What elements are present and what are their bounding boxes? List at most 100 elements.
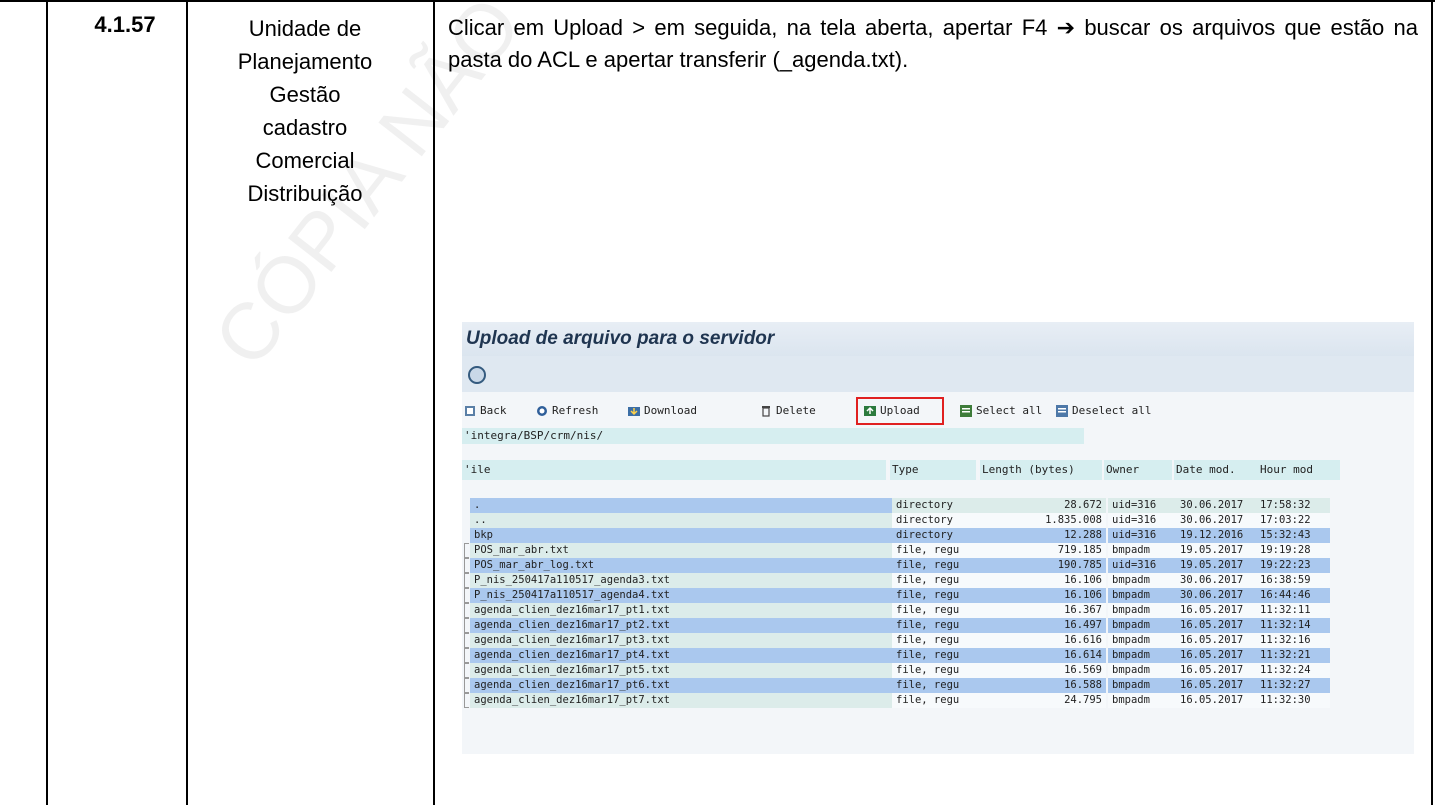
file-date-cell: 16.05.2017 [1178,663,1260,678]
table-row[interactable]: agenda_clien_dez16mar17_pt1.txt file, reg… [462,603,1414,618]
unit-line: Unidade de [248,16,362,41]
file-hour-cell: 11:32:14 [1258,618,1330,633]
select-all-button[interactable]: Select all [960,404,1042,417]
file-hour-cell: 16:44:46 [1258,588,1330,603]
file-hour-cell: 11:32:21 [1258,648,1330,663]
select-all-icon [960,404,972,417]
file-owner-cell: bmpadm [1108,648,1178,663]
file-owner-cell: bmpadm [1108,588,1178,603]
file-date-cell: 30.06.2017 [1178,588,1260,603]
unit-line: Planejamento [237,49,373,74]
download-icon [628,406,640,416]
back-button[interactable]: Back [464,404,507,417]
sap-application-toolbar [462,356,1414,392]
deselect-all-label: Deselect all [1072,404,1152,417]
file-owner-cell: uid=316 [1108,528,1178,543]
file-selector-icon[interactable] [464,693,469,708]
delete-label: Delete [776,404,816,417]
file-selector-icon[interactable] [464,663,469,678]
table-row[interactable]: agenda_clien_dez16mar17_pt5.txt file, reg… [462,663,1414,678]
file-name-cell: agenda_clien_dez16mar17_pt4.txt [470,648,892,663]
file-hour-cell: 17:03:22 [1258,513,1330,528]
unit-line: Gestão [269,82,341,107]
file-hour-cell: 19:22:23 [1258,558,1330,573]
file-selector-icon[interactable] [464,558,469,573]
column-header-owner[interactable]: Owner [1104,460,1172,480]
file-list-header: 'ile Type Length (bytes) Owner Date mod.… [462,460,1414,480]
file-selector-icon[interactable] [464,618,469,633]
table-row[interactable]: agenda_clien_dez16mar17_pt3.txt file, reg… [462,633,1414,648]
file-date-cell: 16.05.2017 [1178,603,1260,618]
file-length-cell: 16.497 [984,618,1106,633]
table-row[interactable]: bkp directory 12.288 uid=316 19.12.2016 15:32… [462,528,1414,543]
table-row[interactable]: .. directory 1.835.008 uid=316 30.06.2017 17:… [462,513,1414,528]
upload-label: Upload [880,404,920,417]
download-button[interactable]: Download [628,404,697,417]
table-row[interactable]: . directory 28.672 uid=316 30.06.2017 17:58:3… [462,498,1414,513]
file-selector-icon[interactable] [464,588,469,603]
column-header-length[interactable]: Length (bytes) [980,460,1102,480]
unit-line: Comercial [255,148,355,173]
file-name-cell: .. [470,513,892,528]
file-name-cell: agenda_clien_dez16mar17_pt1.txt [470,603,892,618]
file-date-cell: 19.05.2017 [1178,558,1260,573]
table-row[interactable]: agenda_clien_dez16mar17_pt6.txt file, reg… [462,678,1414,693]
table-row[interactable]: agenda_clien_dez16mar17_pt4.txt file, reg… [462,648,1414,663]
delete-button[interactable]: Delete [760,404,816,417]
file-type-cell: file, regu [892,588,984,603]
sap-screenshot: Upload de arquivo para o servidor Back R… [462,322,1414,754]
table-row[interactable]: POS_mar_abr_log.txt file, regu 190.785 uid=… [462,558,1414,573]
unit-line: Distribuição [247,181,363,206]
file-name-cell: agenda_clien_dez16mar17_pt7.txt [470,693,892,708]
directory-path-field[interactable]: 'integra/BSP/crm/nis/ [462,428,1084,444]
file-type-cell: file, regu [892,678,984,693]
step-number: 4.1.57 [94,12,156,37]
table-row[interactable]: P_nis_250417a110517_agenda4.txt file, reg… [462,588,1414,603]
file-type-cell: file, regu [892,648,984,663]
file-date-cell: 19.12.2016 [1178,528,1260,543]
select-all-label: Select all [976,404,1043,417]
file-date-cell: 30.06.2017 [1178,498,1260,513]
table-row[interactable]: agenda_clien_dez16mar17_pt7.txt file, reg… [462,693,1414,708]
refresh-icon [537,405,547,416]
file-length-cell: 16.367 [984,603,1106,618]
refresh-button[interactable]: Refresh [536,404,598,417]
column-header-date[interactable]: Date mod. [1174,460,1258,480]
file-selector-icon[interactable] [464,678,469,693]
file-selector-icon[interactable] [464,573,469,588]
file-selector-icon[interactable] [464,603,469,618]
file-date-cell: 30.06.2017 [1178,513,1260,528]
file-type-cell: file, regu [892,663,984,678]
column-header-hour[interactable]: Hour mod [1258,460,1340,480]
file-owner-cell: bmpadm [1108,633,1178,648]
table-right-border [1431,0,1433,805]
responsible-unit: Unidade de Planejamento Gestão cadastro … [190,12,420,210]
file-owner-cell: bmpadm [1108,678,1178,693]
upload-button[interactable]: Upload [864,404,920,417]
file-selector-icon[interactable] [464,633,469,648]
file-owner-cell: bmpadm [1108,618,1178,633]
file-owner-cell: bmpadm [1108,693,1178,708]
file-selector-icon[interactable] [464,648,469,663]
table-row[interactable]: P_nis_250417a110517_agenda3.txt file, reg… [462,573,1414,588]
column-divider-2 [433,0,435,805]
file-length-cell: 16.588 [984,678,1106,693]
table-row[interactable]: agenda_clien_dez16mar17_pt2.txt file, reg… [462,618,1414,633]
file-owner-cell: uid=316 [1108,498,1178,513]
file-type-cell: file, regu [892,618,984,633]
file-length-cell: 16.569 [984,663,1106,678]
file-hour-cell: 17:58:32 [1258,498,1330,513]
search-icon[interactable] [468,366,486,384]
download-label: Download [644,404,697,417]
file-selector-icon[interactable] [464,543,469,558]
column-header-file[interactable]: 'ile [462,460,886,480]
file-type-cell: file, regu [892,573,984,588]
column-header-type[interactable]: Type [890,460,976,480]
sap-file-toolbar: Back Refresh Download Delete Upload Sele… [462,397,1414,426]
file-length-cell: 24.795 [984,693,1106,708]
table-row[interactable]: POS_mar_abr.txt file, regu 719.185 bmpadm 19… [462,543,1414,558]
deselect-all-button[interactable]: Deselect all [1056,404,1151,417]
file-owner-cell: uid=316 [1108,513,1178,528]
instruction-text: Clicar em Upload > em seguida, na tela a… [448,15,1418,72]
file-date-cell: 16.05.2017 [1178,633,1260,648]
